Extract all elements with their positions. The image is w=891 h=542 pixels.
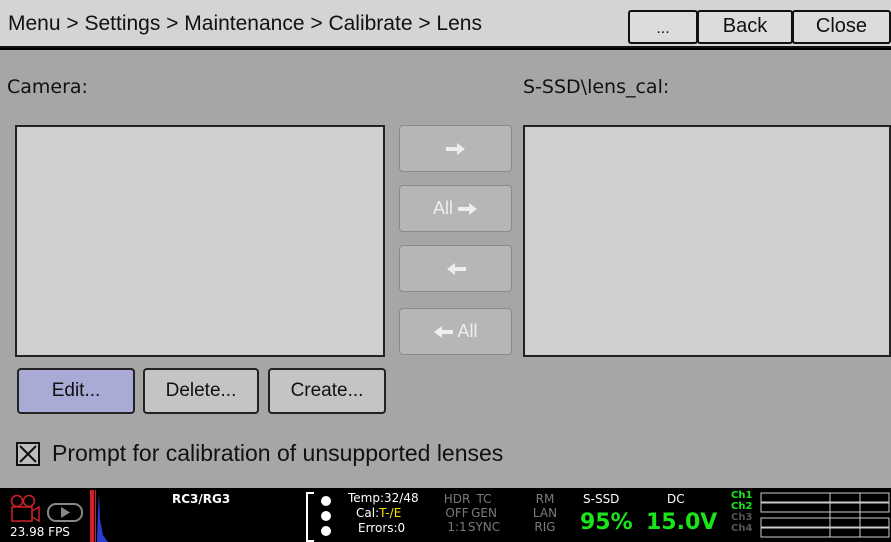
status-dot <box>321 526 331 536</box>
arrow-right-icon <box>445 143 465 156</box>
tc-mode: GEN <box>471 506 497 520</box>
power-label: DC <box>667 492 685 506</box>
all-label: All <box>432 198 453 218</box>
status-bar: 23.98 FPS RC3/RG3 Temp:32/48 Cal:T-/E Er… <box>0 488 891 542</box>
channel-2-label: Ch2 <box>731 501 753 512</box>
histogram-icon <box>90 490 108 542</box>
temperature-readout: Temp:32/48 <box>348 491 419 505</box>
copy-all-to-ssd-button[interactable]: All <box>399 185 512 232</box>
power-voltage: 15.0V <box>646 510 718 535</box>
back-button[interactable]: Back <box>697 10 793 44</box>
prompt-calibration-label: Prompt for calibration of unsupported le… <box>52 440 504 466</box>
cal-prefix: Cal: <box>356 506 380 520</box>
channel-4-label: Ch4 <box>731 523 753 534</box>
rm-lan: LAN <box>532 506 558 520</box>
media-label: S-SSD <box>583 492 620 506</box>
copy-to-ssd-button[interactable] <box>399 125 512 172</box>
lens-calibration-panel: Camera: S-SSD\lens_cal: All All Edit... … <box>0 50 891 488</box>
check-x-icon <box>19 445 37 463</box>
camera-lens-list[interactable] <box>15 125 385 357</box>
arrow-right-icon <box>458 203 478 216</box>
close-button[interactable]: Close <box>792 10 891 44</box>
rm-rig: RIG <box>534 520 556 534</box>
prompt-calibration-checkbox[interactable] <box>16 442 40 466</box>
timecode-status: TC GEN SYNC <box>464 492 504 534</box>
title-bar: Menu > Settings > Maintenance > Calibrat… <box>0 0 891 48</box>
arrow-left-icon <box>446 263 466 276</box>
copy-to-camera-button[interactable] <box>399 245 512 292</box>
ssd-list-label: S-SSD\lens_cal: <box>523 76 670 98</box>
ssd-lens-list[interactable] <box>523 125 891 357</box>
copy-all-to-camera-button[interactable]: All <box>399 308 512 355</box>
more-button[interactable]: ... <box>628 10 698 44</box>
status-bracket <box>306 492 314 542</box>
media-percent: 95% <box>580 510 633 535</box>
color-science-label: RC3/RG3 <box>172 492 231 506</box>
edit-button[interactable]: Edit... <box>17 368 135 414</box>
rm-label: RM <box>535 492 555 506</box>
status-dot <box>321 496 331 506</box>
remote-status: RM LAN RIG <box>525 492 565 534</box>
cal-value: T-/E <box>379 506 402 520</box>
errors-readout: Errors:0 <box>358 521 406 535</box>
calibration-readout: Cal:T-/E <box>356 506 401 520</box>
status-dot <box>321 511 331 521</box>
create-button[interactable]: Create... <box>268 368 386 414</box>
channel-3-label: Ch3 <box>731 512 753 523</box>
all-label: All <box>457 321 478 341</box>
camera-list-label: Camera: <box>7 76 88 98</box>
delete-button[interactable]: Delete... <box>143 368 259 414</box>
camera-mode-icon[interactable] <box>10 494 86 524</box>
tc-sync: SYNC <box>467 520 501 534</box>
audio-meters <box>760 492 890 538</box>
arrow-left-icon <box>434 326 454 339</box>
tc-label: TC <box>476 492 492 506</box>
breadcrumb: Menu > Settings > Maintenance > Calibrat… <box>8 12 482 35</box>
fps-readout: 23.98 FPS <box>10 525 70 539</box>
channel-1-label: Ch1 <box>731 490 753 501</box>
